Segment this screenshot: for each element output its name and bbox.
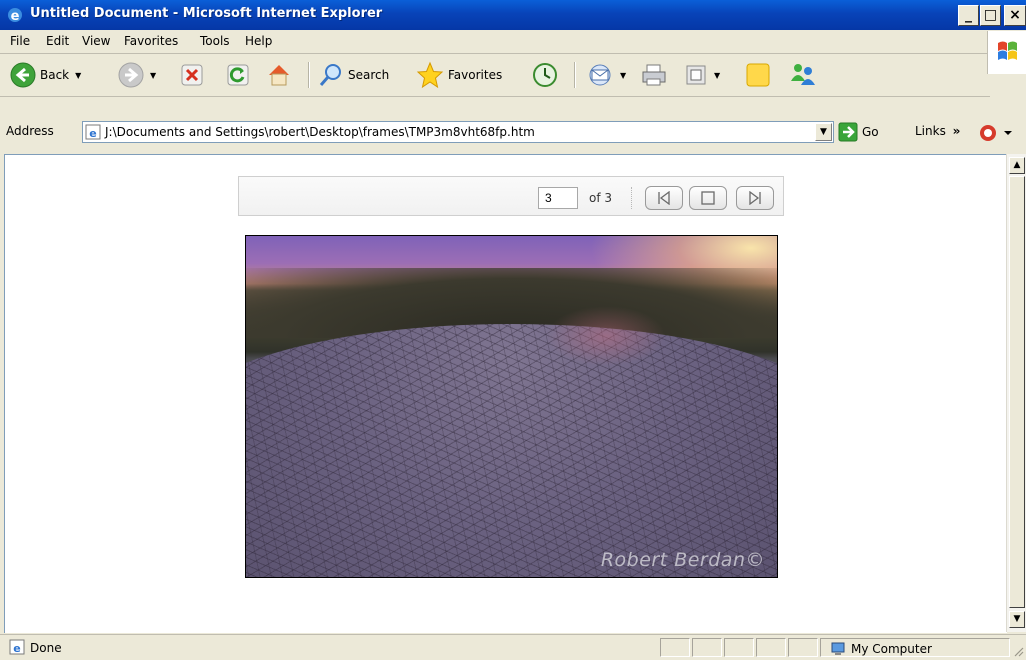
print-button[interactable]	[640, 60, 668, 90]
mail-icon	[589, 64, 611, 86]
close-button[interactable]: ×	[1004, 5, 1026, 26]
menu-edit[interactable]: Edit	[46, 34, 69, 48]
links-button[interactable]: Links »	[915, 124, 960, 138]
image-number-input[interactable]	[538, 187, 578, 209]
ie-logo-icon: e	[8, 8, 22, 24]
messenger-button[interactable]	[788, 60, 818, 90]
stop-slideshow-button[interactable]	[689, 186, 727, 210]
forward-dropdown-icon[interactable]: ▼	[150, 71, 156, 80]
favorites-star-icon	[416, 61, 444, 89]
resize-grip-icon[interactable]	[1012, 645, 1024, 657]
zone-label: My Computer	[851, 642, 932, 656]
security-zone: My Computer	[830, 641, 932, 657]
status-panel	[692, 638, 722, 657]
image-count-label: of 3	[589, 191, 613, 205]
home-icon	[269, 65, 289, 86]
landscape-photo: Robert Berdan©	[245, 235, 778, 578]
search-button[interactable]: Search	[318, 60, 389, 90]
forward-arrow-icon	[118, 62, 144, 88]
ie-page-icon: e	[85, 124, 101, 140]
svg-text:e: e	[89, 127, 96, 140]
gallery-navigation-bar: of 3	[238, 176, 784, 216]
stop-icon	[181, 64, 203, 86]
status-text: Done	[30, 641, 62, 655]
history-icon	[533, 63, 557, 87]
links-label: Links	[915, 124, 946, 138]
status-panel	[756, 638, 786, 657]
stop-square-icon	[701, 191, 715, 205]
go-button[interactable]: Go	[838, 122, 879, 142]
refresh-icon	[227, 64, 249, 86]
menu-bar: File Edit View Favorites Tools Help	[0, 30, 1026, 54]
status-bar: e Done My Computer	[0, 634, 1026, 660]
skip-to-end-icon	[749, 191, 761, 205]
refresh-button[interactable]	[226, 60, 250, 90]
address-dropdown-icon[interactable]: ▼	[815, 123, 832, 141]
scrollbar-thumb[interactable]	[1009, 176, 1025, 608]
discuss-button[interactable]	[744, 60, 772, 90]
address-url: J:\Documents and Settings\robert\Desktop…	[105, 125, 535, 139]
menu-file[interactable]: File	[10, 34, 30, 48]
translate-button[interactable]	[978, 123, 1018, 146]
svg-text:e: e	[13, 642, 20, 655]
print-icon	[642, 64, 666, 86]
window-title: Untitled Document - Microsoft Internet E…	[30, 6, 383, 21]
maximize-button[interactable]: □	[980, 5, 1001, 26]
messenger-icon	[791, 64, 815, 85]
mail-button[interactable]: ▼	[586, 60, 626, 90]
address-field[interactable]: e J:\Documents and Settings\robert\Deskt…	[82, 121, 834, 143]
title-bar[interactable]: e Untitled Document - Microsoft Internet…	[0, 0, 1026, 30]
home-button[interactable]	[266, 60, 292, 90]
search-icon	[319, 64, 341, 86]
minimize-button[interactable]: _	[958, 5, 979, 26]
photo-sun-glow	[546, 306, 666, 366]
history-button[interactable]	[532, 60, 558, 90]
last-image-button[interactable]	[736, 186, 774, 210]
back-label: Back	[40, 68, 70, 82]
back-dropdown-icon[interactable]: ▼	[75, 71, 81, 80]
menu-favorites[interactable]: Favorites	[124, 34, 178, 48]
svg-text:e: e	[11, 9, 20, 24]
windows-logo-throbber	[987, 31, 1026, 74]
photo-watermark: Robert Berdan©	[600, 549, 765, 571]
chevron-right-icon: »	[952, 124, 961, 138]
toolbar-separator	[574, 62, 576, 88]
edit-button[interactable]: ▼	[684, 60, 720, 90]
menu-help[interactable]: Help	[245, 34, 272, 48]
my-computer-icon	[831, 642, 845, 655]
browser-window: e Untitled Document - Microsoft Internet…	[0, 0, 1026, 660]
stop-button[interactable]	[180, 60, 204, 90]
back-arrow-icon	[10, 62, 36, 88]
dotted-separator	[631, 187, 634, 209]
translate-icon	[980, 125, 1012, 141]
vertical-scrollbar[interactable]: ▲ ▼	[1006, 154, 1026, 632]
first-image-button[interactable]	[645, 186, 683, 210]
address-label: Address	[6, 124, 54, 138]
scroll-up-arrow-icon[interactable]: ▲	[1009, 157, 1025, 174]
go-arrow-icon	[838, 122, 858, 142]
menu-tools[interactable]: Tools	[200, 34, 230, 48]
standard-toolbar: Back ▼ ▼ Search Favorites ▼ ▼	[0, 54, 990, 97]
status-panel	[660, 638, 690, 657]
go-label: Go	[862, 125, 879, 139]
scroll-down-arrow-icon[interactable]: ▼	[1009, 611, 1025, 628]
forward-button[interactable]: ▼	[118, 60, 156, 90]
edit-icon	[686, 65, 706, 85]
edit-dropdown-icon[interactable]: ▼	[714, 71, 720, 80]
favorites-label: Favorites	[448, 68, 503, 82]
page-done-icon: e	[9, 639, 25, 655]
photo-cracked-mudflat	[246, 324, 777, 577]
status-panel	[788, 638, 818, 657]
search-label: Search	[348, 68, 390, 82]
menu-view[interactable]: View	[82, 34, 110, 48]
skip-to-start-icon	[658, 191, 670, 205]
back-button[interactable]: Back ▼	[10, 60, 81, 90]
windows-flag-icon	[998, 41, 1017, 60]
favorites-button[interactable]: Favorites	[416, 60, 502, 90]
mail-dropdown-icon[interactable]: ▼	[620, 71, 626, 80]
status-panel	[724, 638, 754, 657]
toolbar-separator	[308, 62, 310, 88]
note-icon	[746, 63, 770, 87]
